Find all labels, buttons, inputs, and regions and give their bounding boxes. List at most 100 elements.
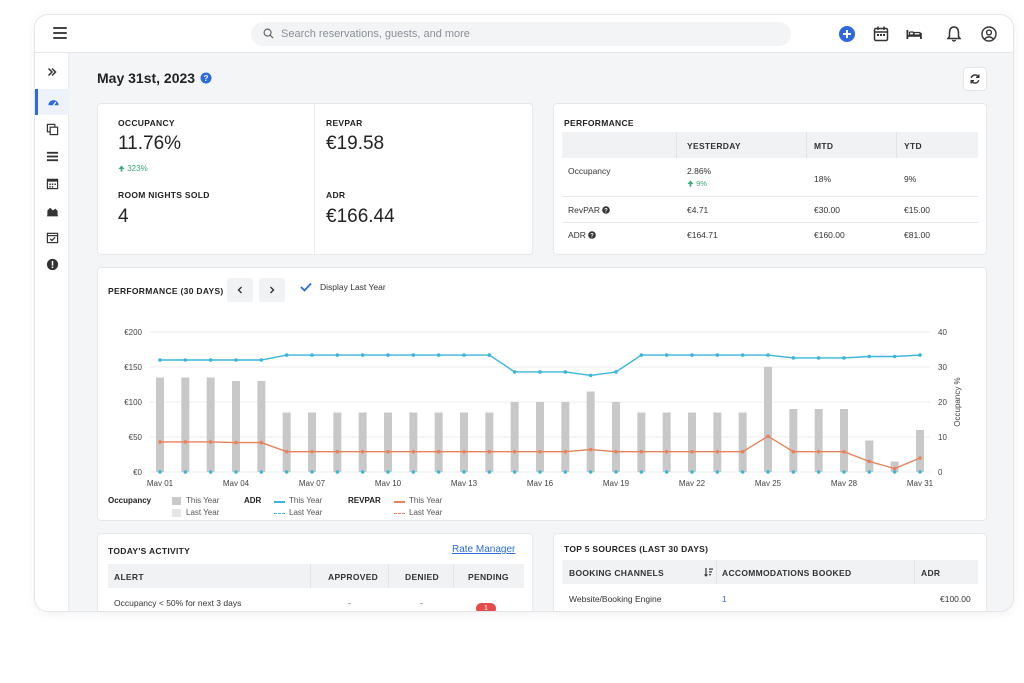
adr-point (867, 354, 872, 359)
adr-point (918, 353, 922, 357)
occupancy-bar (738, 412, 747, 472)
user-icon[interactable] (980, 25, 998, 43)
adr-point (563, 370, 568, 374)
adr-point (158, 358, 162, 362)
occupancy-bar (916, 430, 924, 472)
occupancy-bar (282, 412, 291, 472)
performance-card: PERFORMANCE YESTERDAY MTD YTD Occupancy … (553, 103, 987, 255)
sidebar-item-calendar[interactable] (35, 170, 69, 196)
source-booked[interactable]: 1 (722, 594, 727, 604)
calendar-icon[interactable] (872, 25, 890, 43)
adr-point (588, 373, 593, 378)
check-icon (300, 282, 312, 292)
baseline-point (867, 470, 872, 474)
sort-icon[interactable] (704, 567, 714, 577)
y-right-axis-label: Occupancy % (953, 377, 962, 426)
svg-text:?: ? (204, 74, 209, 83)
sidebar-item-list[interactable] (35, 143, 69, 169)
occupancy-bar (637, 412, 646, 472)
source-adr: €100.00 (940, 594, 971, 604)
bell-icon[interactable] (945, 25, 963, 43)
sidebar-item-tasks[interactable] (35, 224, 69, 250)
row-adr-mtd: €160.00 (814, 230, 845, 240)
sidebar-item-reports[interactable] (35, 197, 69, 223)
y-left-tick-label: €50 (129, 433, 143, 442)
x-tick-label: May 28 (831, 479, 858, 486)
revpar-point (664, 449, 669, 454)
source-channel: Website/Booking Engine (569, 594, 662, 604)
occupancy-bar (156, 377, 164, 472)
adr-point (690, 353, 694, 357)
baseline-point (690, 470, 694, 474)
chart-title: PERFORMANCE (30 DAYS) (108, 286, 224, 296)
baseline-point (411, 470, 416, 474)
prev-period-button[interactable] (227, 278, 253, 302)
adr-point (766, 353, 770, 357)
baseline-point (918, 470, 922, 474)
row-occupancy-mtd: 18% (814, 174, 832, 184)
col-adr: ADR (921, 568, 941, 578)
x-tick-label: May 01 (147, 479, 174, 486)
legend-occupancy-this-label: This Year (186, 496, 220, 505)
double-chevron-right-icon (47, 67, 57, 77)
sidebar-item-alerts[interactable] (35, 251, 69, 277)
expand-sidebar-button[interactable] (35, 59, 69, 85)
baseline-point (588, 470, 593, 474)
adr-point (614, 370, 618, 374)
area-chart-icon (46, 207, 58, 216)
occupancy-bar (257, 381, 266, 472)
baseline-point (639, 470, 644, 474)
occupancy-bar (232, 381, 240, 472)
col-alert: ALERT (114, 572, 144, 582)
revpar-point (386, 449, 390, 454)
occupancy-bar (434, 412, 443, 472)
baseline-point (234, 470, 238, 474)
revpar-point (867, 459, 872, 464)
bed-icon[interactable] (905, 25, 923, 43)
adr-point (816, 356, 821, 360)
row-revpar-ytd: €15.00 (904, 205, 930, 215)
x-tick-label: May 16 (527, 479, 554, 486)
baseline-point (791, 470, 796, 474)
revpar-point (158, 440, 162, 444)
revpar-point (918, 456, 922, 460)
adr-point (360, 353, 365, 357)
next-period-button[interactable] (259, 278, 285, 302)
rate-manager-link[interactable]: Rate Manager (452, 544, 515, 555)
pending-badge[interactable]: 1 (476, 597, 496, 611)
activity-header-row (108, 564, 524, 588)
refresh-button[interactable] (963, 67, 987, 91)
arrow-up-icon (687, 180, 694, 187)
search-input[interactable]: Search reservations, guests, and more (251, 22, 791, 46)
help-icon[interactable]: ? (200, 72, 212, 84)
revpar-point (614, 449, 618, 454)
col-denied: DENIED (405, 572, 439, 582)
top-sources-title: TOP 5 SOURCES (LAST 30 DAYS) (564, 544, 709, 554)
x-tick-label: May 13 (451, 479, 478, 486)
sidebar-item-copy[interactable] (35, 116, 69, 142)
todays-activity-title: TODAY'S ACTIVITY (108, 546, 191, 556)
revpar-point (208, 440, 213, 444)
help-icon[interactable]: ? (602, 206, 611, 214)
display-last-year-toggle[interactable]: Display Last Year (300, 282, 386, 292)
col-accommodations-booked: ACCOMMODATIONS BOOKED (722, 568, 852, 578)
copy-icon (46, 123, 58, 135)
x-tick-label: May 22 (679, 479, 706, 486)
y-left-tick-label: €200 (124, 328, 142, 337)
help-icon[interactable]: ? (588, 231, 597, 239)
y-right-tick-label: 20 (938, 398, 947, 407)
baseline-point (842, 470, 846, 474)
baseline-point (892, 470, 897, 474)
add-icon[interactable] (838, 25, 856, 43)
revpar-point (690, 449, 694, 454)
legend-revpar-last-swatch (394, 513, 405, 514)
todays-activity-card: TODAY'S ACTIVITY Rate Manager ALERT APPR… (97, 533, 533, 611)
adr-label: ADR (326, 190, 346, 200)
occupancy-change-value: 323% (127, 164, 148, 173)
menu-icon[interactable] (53, 27, 67, 39)
sidebar-item-dashboard[interactable] (35, 89, 69, 115)
chevron-right-icon (270, 286, 275, 294)
legend-adr-this-swatch (274, 501, 285, 503)
revpar-point (259, 440, 264, 445)
adr-point (234, 358, 238, 362)
